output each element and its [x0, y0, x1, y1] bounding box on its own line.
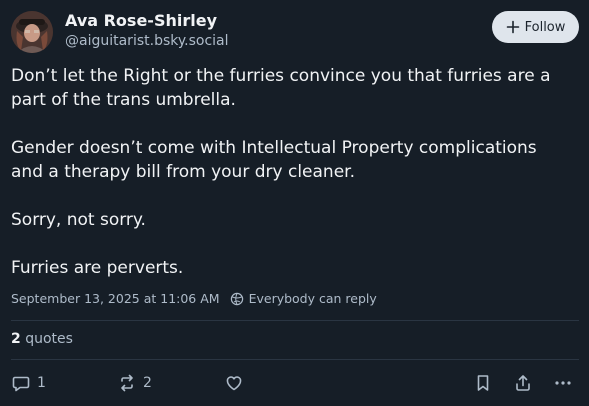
quotes-number: 2 — [11, 331, 21, 347]
share-icon — [516, 375, 530, 391]
avatar-photo-icon — [11, 11, 53, 53]
author-names: Ava Rose-Shirley @aiguitarist.bsky.socia… — [65, 11, 229, 51]
post-meta: September 13, 2025 at 11:06 AM Everybody… — [11, 291, 377, 306]
bookmark-button[interactable] — [473, 373, 493, 393]
author-avatar[interactable] — [11, 11, 53, 53]
follow-button[interactable]: Follow — [492, 11, 579, 43]
divider — [11, 359, 579, 360]
follow-label: Follow — [524, 19, 566, 35]
reply-icon — [12, 376, 30, 392]
bookmark-icon — [477, 375, 489, 391]
heart-icon — [226, 376, 242, 391]
divider — [11, 320, 579, 321]
plus-icon — [506, 20, 519, 34]
post-header: Ava Rose-Shirley @aiguitarist.bsky.socia… — [11, 11, 579, 53]
repost-button[interactable]: 2 — [117, 373, 152, 393]
share-button[interactable] — [513, 373, 533, 393]
more-horizontal-icon — [555, 381, 571, 385]
more-options-button[interactable] — [553, 373, 573, 393]
repost-icon — [121, 374, 133, 392]
author-handle[interactable]: @aiguitarist.bsky.social — [65, 31, 229, 51]
post-paragraph: Don’t let the Right or the furries convi… — [11, 66, 551, 110]
reply-setting[interactable]: Everybody can reply — [249, 291, 377, 306]
author-display-name[interactable]: Ava Rose-Shirley — [65, 11, 229, 31]
post-actions: 1 2 — [11, 373, 579, 397]
like-button[interactable] — [224, 373, 244, 393]
post-paragraph: Sorry, not sorry. — [11, 210, 146, 230]
repost-count: 2 — [143, 375, 152, 391]
quotes-label: quotes — [25, 331, 73, 347]
post-text: Don’t let the Right or the furries convi… — [11, 64, 571, 304]
reply-button[interactable]: 1 — [11, 373, 46, 393]
globe-icon — [230, 292, 243, 305]
quotes-count[interactable]: 2 quotes — [11, 331, 73, 347]
reply-count: 1 — [37, 375, 46, 391]
post-paragraph: Gender doesn’t come with Intellectual Pr… — [11, 138, 537, 182]
post-paragraph: Furries are perverts. — [11, 258, 184, 278]
post-timestamp[interactable]: September 13, 2025 at 11:06 AM — [11, 291, 220, 306]
